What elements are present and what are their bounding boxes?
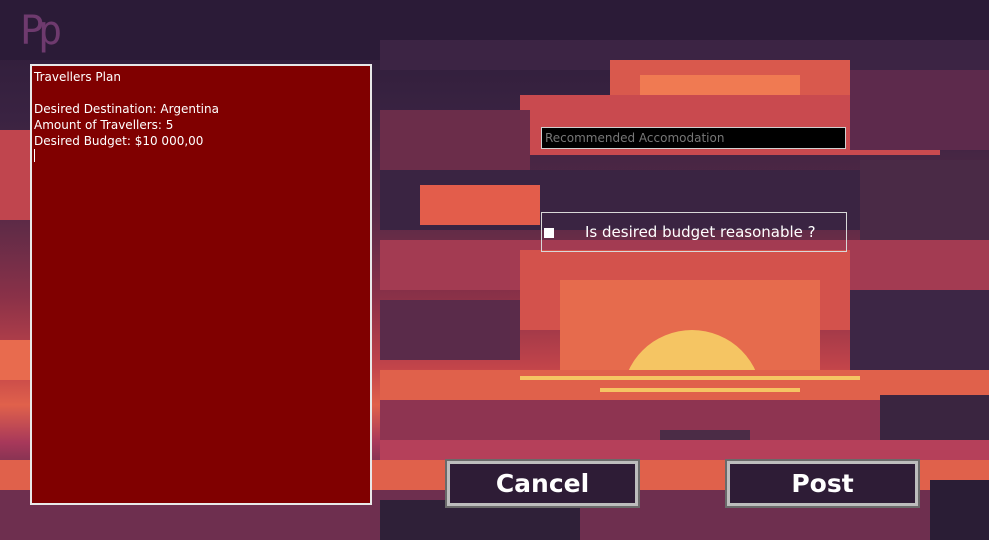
accommodation-placeholder: Recommended Accomodation bbox=[545, 131, 725, 145]
plan-line-budget: Desired Budget: $10 000,00 bbox=[34, 134, 204, 148]
plan-line-travellers: Amount of Travellers: 5 bbox=[34, 118, 174, 132]
cancel-button[interactable]: Cancel bbox=[445, 459, 640, 508]
budget-reasonable-label: Is desired budget reasonable ? bbox=[585, 223, 816, 241]
plan-line-destination: Desired Destination: Argentina bbox=[34, 102, 219, 116]
plan-line-blank bbox=[34, 85, 368, 101]
text-caret bbox=[34, 149, 35, 162]
post-button[interactable]: Post bbox=[725, 459, 920, 508]
budget-reasonable-checkbox[interactable] bbox=[544, 228, 554, 238]
app-logo: Pp bbox=[20, 8, 62, 54]
recommended-accommodation-input[interactable]: Recommended Accomodation bbox=[541, 127, 846, 149]
budget-check-panel: Is desired budget reasonable ? bbox=[541, 212, 847, 252]
plan-line-title: Travellers Plan bbox=[34, 70, 121, 84]
travellers-plan-textarea[interactable]: Travellers Plan Desired Destination: Arg… bbox=[30, 64, 372, 505]
